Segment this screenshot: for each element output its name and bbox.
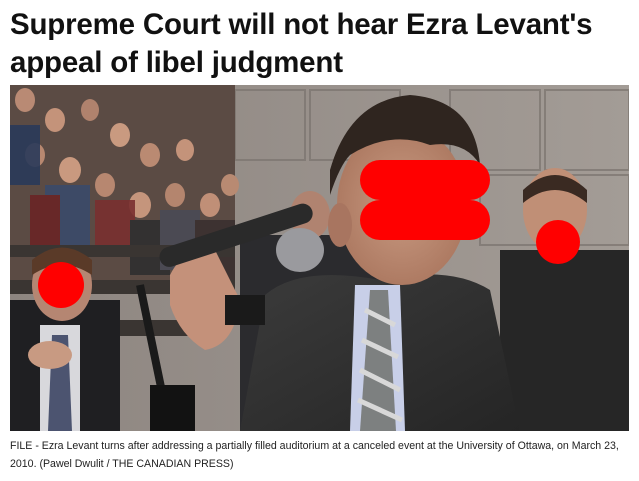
photo-caption: FILE - Ezra Levant turns after addressin… xyxy=(10,440,619,470)
redaction-mark-right xyxy=(536,220,580,264)
redaction-mark-main-bottom xyxy=(360,200,490,240)
redaction-mark-left xyxy=(38,262,84,308)
redaction-mark-main-top xyxy=(360,160,490,200)
article-photo xyxy=(10,85,629,431)
article-headline: Supreme Court will not hear Ezra Levant'… xyxy=(10,8,593,79)
